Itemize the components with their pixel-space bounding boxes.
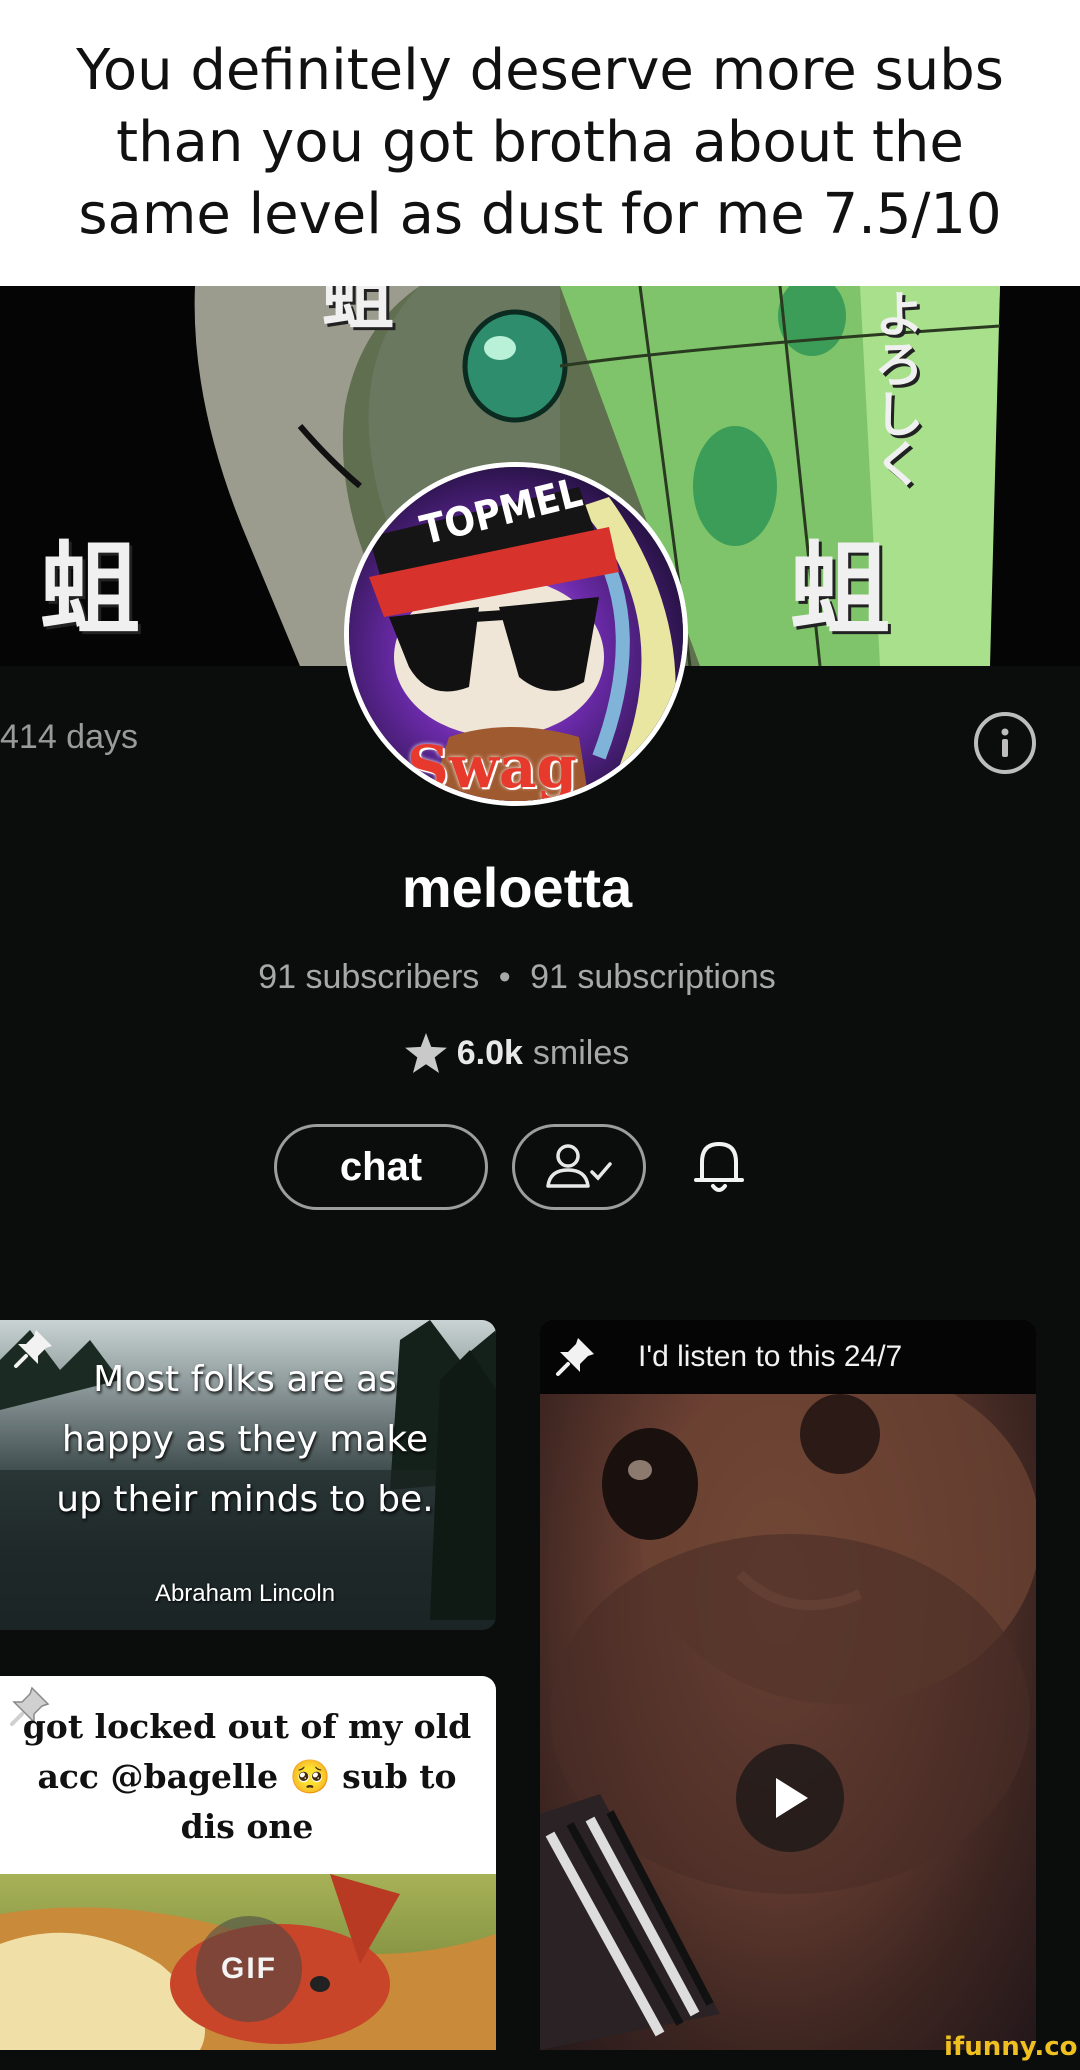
gif-caption: got locked out of my old acc @bagelle 🥺 …: [22, 1707, 472, 1846]
subscribed-user-icon: [546, 1144, 612, 1188]
banner-glyph-left: 蛆: [40, 530, 140, 648]
gif-thumbnail: GIF: [0, 1874, 496, 2050]
banner-glyph-top: 蛆: [322, 286, 395, 339]
play-icon: [776, 1778, 808, 1818]
banner-vertical-text: よろしく: [866, 288, 925, 488]
notifications-button[interactable]: [686, 1134, 752, 1200]
info-button[interactable]: [974, 712, 1036, 774]
stats-separator: •: [498, 958, 511, 996]
pin-icon: [554, 1334, 598, 1378]
bell-icon: [694, 1142, 744, 1192]
avatar-bottom-text: Swag: [407, 733, 577, 801]
smiles-count: 6.0k: [456, 1033, 523, 1072]
username: meloetta: [401, 856, 633, 919]
smiles-stat: 6.0k smiles: [0, 1033, 1034, 1073]
subscribers-count[interactable]: 91 subscribers: [258, 958, 479, 996]
post-header: I'd listen to this 24/7: [540, 1320, 1036, 1394]
watermark: ifunny.co: [944, 2032, 1078, 2062]
quote-text: Most folks are as happy as they make up …: [56, 1359, 434, 1520]
star-icon: [404, 1033, 447, 1073]
post-title: I'd listen to this 24/7: [638, 1340, 903, 1373]
video-thumbnail: [540, 1394, 1036, 2050]
chat-button[interactable]: chat: [274, 1124, 488, 1210]
post-quote[interactable]: Most folks are as happy as they make up …: [0, 1320, 496, 1630]
post-video[interactable]: I'd listen to this 24/7: [540, 1320, 1036, 2050]
banner-glyph-right: 蛆: [790, 530, 890, 648]
subscribed-button[interactable]: [512, 1124, 646, 1210]
info-icon: [1001, 728, 1009, 757]
gif-badge: GIF: [196, 1916, 302, 2022]
profile-screen: You definitely deserve more subs than yo…: [0, 0, 1080, 2070]
play-button[interactable]: [736, 1744, 844, 1852]
subscriptions-count[interactable]: 91 subscriptions: [530, 958, 776, 996]
smiles-label: smiles: [532, 1033, 630, 1072]
subscriber-stats: 91 subscribers • 91 subscriptions: [0, 958, 1034, 997]
meme-caption: You definitely deserve more subs than yo…: [0, 0, 1080, 286]
quote-author: Abraham Lincoln: [154, 1580, 336, 1607]
account-age: 414 days: [0, 718, 138, 756]
avatar[interactable]: TOPMEL Swag: [344, 462, 688, 806]
post-gif[interactable]: got locked out of my old acc @bagelle 🥺 …: [0, 1676, 496, 2050]
